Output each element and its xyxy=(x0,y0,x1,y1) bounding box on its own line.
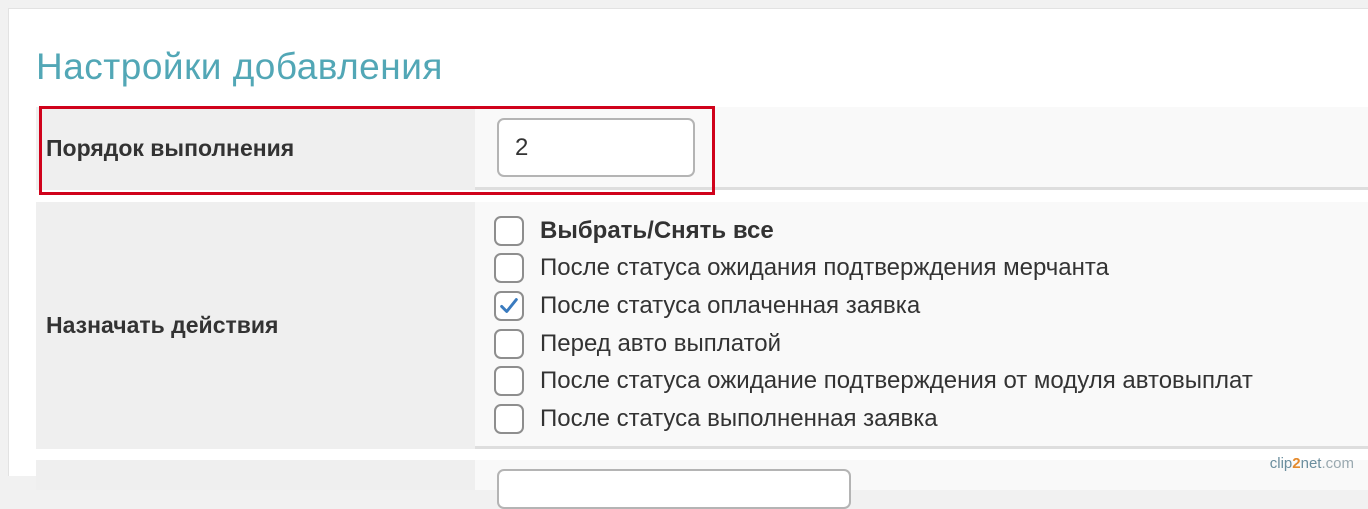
checkbox-after-paid-order[interactable]: После статуса оплаченная заявка xyxy=(494,287,1253,325)
checkbox-label: После статуса ожидания подтверждения мер… xyxy=(540,254,1109,282)
next-label xyxy=(36,460,475,490)
checkbox-label: Перед авто выплатой xyxy=(540,330,781,358)
checkbox-label: После статуса выполненная заявка xyxy=(540,405,938,433)
checkbox-after-autopayout-confirmation[interactable]: После статуса ожидание подтверждения от … xyxy=(494,362,1253,400)
order-label: Порядок выполнения xyxy=(36,107,475,190)
checkbox-icon[interactable] xyxy=(494,253,524,283)
section-title: Настройки добавления xyxy=(36,46,443,88)
checkbox-select-all[interactable]: Выбрать/Снять все xyxy=(494,212,1253,250)
checkbox-label: После статуса ожидание подтверждения от … xyxy=(540,367,1253,395)
order-value-cell xyxy=(475,107,1368,190)
watermark-logo: clip2net.com xyxy=(1270,455,1354,472)
next-value-cell xyxy=(475,460,1368,490)
checkbox-icon[interactable] xyxy=(494,329,524,359)
checkbox-before-auto-payout[interactable]: Перед авто выплатой xyxy=(494,325,1253,363)
actions-label: Назначать действия xyxy=(36,202,475,449)
actions-checkbox-list: Выбрать/Снять все После статуса ожидания… xyxy=(494,212,1253,438)
checkmark-icon xyxy=(498,295,520,317)
next-input[interactable] xyxy=(497,469,851,509)
checkbox-after-completed-order[interactable]: После статуса выполненная заявка xyxy=(494,400,1253,438)
order-row: Порядок выполнения xyxy=(36,107,1368,190)
checkbox-after-merchant-confirmation[interactable]: После статуса ожидания подтверждения мер… xyxy=(494,250,1253,288)
checkbox-icon[interactable] xyxy=(494,216,524,246)
checkbox-label: После статуса оплаченная заявка xyxy=(540,292,920,320)
checkbox-label: Выбрать/Снять все xyxy=(540,217,774,245)
order-input[interactable] xyxy=(497,118,695,177)
checkbox-checked-icon[interactable] xyxy=(494,291,524,321)
actions-row: Назначать действия Выбрать/Снять все Пос… xyxy=(36,202,1368,449)
actions-value-cell: Выбрать/Снять все После статуса ожидания… xyxy=(475,202,1368,449)
next-row xyxy=(36,460,1368,490)
checkbox-icon[interactable] xyxy=(494,366,524,396)
checkbox-icon[interactable] xyxy=(494,404,524,434)
